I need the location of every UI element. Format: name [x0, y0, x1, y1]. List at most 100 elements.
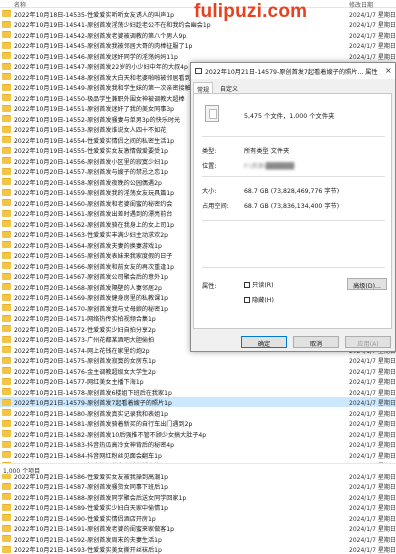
type-value: 所有类型 文件夹	[244, 146, 289, 155]
file-name: 2022年10月21日-14579-原创首发7起看着嫂子的照片1p	[14, 398, 172, 407]
folder-icon	[2, 430, 11, 437]
folder-icon	[2, 157, 11, 164]
file-date: 2024/1/7 星期日	[349, 482, 396, 491]
file-name: 2022年10月19日-14545-原创首发我被邻居大哥的肉棒征服了1p	[14, 41, 192, 50]
list-item[interactable]: 2022年10月19日-14542-原创首发老婆被调教的第八个男人9p2024/…	[0, 29, 396, 40]
checkbox-icon[interactable]	[244, 282, 250, 288]
folder-icon	[2, 199, 11, 206]
disk-size-value: 68.7 GB (73,836,134,400 字节)	[244, 201, 339, 210]
folder-icon	[2, 346, 11, 353]
properties-dialog: 2022年10月21日-14579-原创首发7起看着嫂子的照片... 属性 × …	[190, 62, 396, 352]
list-item[interactable]: 2022年10月21日-14578-原创首发6楼姐下班后在我家1p2024/1/…	[0, 386, 396, 397]
list-item[interactable]: 2022年10月21日-14591-原创首发老婆的闺蜜来家做客1p2024/1/…	[0, 523, 396, 534]
divider	[202, 136, 385, 137]
list-item[interactable]: 2022年10月21日-14593-性爱爱实美女撕开丝袜后1p2024/1/7 …	[0, 544, 396, 554]
attributes-label: 属性:	[202, 281, 216, 290]
folder-icon	[2, 63, 11, 70]
watermark-logo: fulipuzi.com	[194, 1, 307, 23]
list-item[interactable]: 2022年10月21日-14590-性爱爱实情侣酒店开房1p2024/1/7 星…	[0, 512, 396, 523]
list-item[interactable]: 2022年10月21日-14588-原创首发同学聚会后送女同学回家1p2024/…	[0, 491, 396, 502]
folder-icon	[2, 336, 11, 343]
list-item[interactable]: 2022年10月21日-14582-原创首发10后强推不管不顾少女搞大肚子4p 2…	[0, 428, 396, 439]
folder-icon	[2, 84, 11, 91]
list-item[interactable]: 2022年10月21日-14592-原创首发周末的夫妻生活1p 2024/1/7 …	[0, 533, 396, 544]
folder-icon	[2, 147, 11, 154]
file-name: 2022年10月19日-14542-原创首发老婆被调教的第八个男人9p	[14, 31, 186, 40]
disk-size-label: 占用空间:	[202, 201, 229, 210]
readonly-checkbox[interactable]: 只读(R)	[244, 280, 274, 289]
file-name: 2022年10月20日-14572-性爱爱实少妇自拍分享2p	[14, 325, 156, 334]
file-date: 2024/1/7 星期日	[349, 545, 396, 554]
readonly-label: 只读(R)	[252, 282, 274, 289]
file-date: 2024/1/7 星期日	[349, 356, 396, 365]
folder-icon	[2, 210, 11, 217]
apply-button[interactable]: 应用(A)	[345, 336, 391, 348]
list-item[interactable]: 2022年10月21日-14587-原创首发骚货女同事下班后1p 2024/1/7…	[0, 481, 396, 492]
location-label: 位置:	[202, 161, 216, 170]
files-summary: 5,475 个文件，1,000 个文件夹	[244, 111, 334, 120]
folder-icon	[2, 52, 11, 59]
checkbox-icon[interactable]	[244, 297, 250, 303]
advanced-button[interactable]: 高级(D)...	[347, 278, 387, 290]
ok-button[interactable]: 确定	[241, 336, 287, 348]
hidden-checkbox[interactable]: 隐藏(H)	[244, 295, 274, 304]
file-name: 2022年10月19日-14551-原创首发迷奸了我的美女同事3p	[14, 104, 174, 113]
file-date: 2024/1/7 星期日	[349, 514, 396, 523]
file-date: 2024/1/7 星期日	[349, 430, 396, 439]
cancel-button[interactable]: 取消	[293, 336, 339, 348]
hidden-label: 隐藏(H)	[252, 297, 274, 304]
folder-icon	[2, 325, 11, 332]
folder-icon	[2, 105, 11, 112]
list-item[interactable]: 2022年10月19日-14545-原创首发我被邻居大哥的肉棒征服了1p 2024…	[0, 40, 396, 51]
list-item[interactable]: 2022年10月21日-14581-原创首发骑着新买的自行车出门遇到2p2024…	[0, 418, 396, 429]
folder-icon	[2, 94, 11, 101]
folder-icon	[2, 451, 11, 458]
file-name: 2022年10月20日-14574-网上花钱在家里约炮2p	[14, 346, 150, 355]
multi-file-icon	[205, 105, 219, 122]
file-name: 2022年10月20日-14576-金主调教超级女大学生2p	[14, 367, 156, 376]
file-name: 2022年10月20日-14570-原创首发我与丈母娘的秘密1p	[14, 304, 168, 313]
file-name: 2022年10月21日-14588-原创首发同学聚会后送女同学回家1p	[14, 493, 186, 502]
folder-icon	[2, 252, 11, 259]
folder-icon	[2, 273, 11, 280]
file-date: 2024/1/7 星期日	[349, 419, 396, 428]
dialog-title-bar: 2022年10月21日-14579-原创首发7起看着嫂子的照片... 属性 ×	[191, 63, 395, 79]
list-item[interactable]: 2022年10月21日-14583-抖音热瓜高冷女神背后的秘密4p2024/1/…	[0, 439, 396, 450]
file-name: 2022年10月21日-14592-原创首发周末的夫妻生活1p	[14, 535, 162, 544]
list-item[interactable]: 2022年10月19日-14546-原创首发迷奸同学的淫荡妈妈11p2024/1…	[0, 50, 396, 61]
list-item[interactable]: 2022年10月20日-14577-网红美女主播下海1p2024/1/7 星期日	[0, 376, 396, 387]
file-name: 2022年10月21日-14587-原创首发骚货女同事下班后1p	[14, 482, 168, 491]
file-name: 2022年10月20日-14571-网络热传实拍视频合集1p	[14, 314, 156, 323]
folder-icon	[2, 283, 11, 290]
list-item[interactable]: 2022年10月21日-14589-性爱爱实少妇白天家中偷情1p2024/1/7…	[0, 502, 396, 513]
file-date: 2024/1/7 星期日	[349, 535, 396, 544]
file-name: 2022年10月19日-14550-极品学生兼职外围女神被调教大超棒	[14, 94, 185, 103]
close-icon[interactable]: ×	[385, 66, 392, 75]
list-item[interactable]: 2022年10月21日-14584-抖音网红粉丝见面会翻车1p2024/1/7 …	[0, 449, 396, 460]
file-name: 2022年10月20日-14558-原创首发夜晚的公园偶遇2p	[14, 178, 162, 187]
file-date: 2024/1/7 星期日	[349, 503, 396, 512]
folder-icon	[2, 493, 11, 500]
file-name: 2022年10月20日-14568-原创首发隔壁的人妻邻居2p	[14, 283, 162, 292]
size-label: 大小:	[202, 186, 216, 195]
folder-icon	[2, 115, 11, 122]
file-name: 2022年10月19日-14546-原创首发迷奸同学的淫荡妈妈11p	[14, 52, 178, 61]
file-name: 2022年10月19日-14552-原创首发骚妻与单男3p的快乐时光	[14, 115, 180, 124]
folder-icon	[2, 178, 11, 185]
folder-icon	[2, 42, 11, 49]
file-name: 2022年10月21日-14584-抖音网红粉丝见面会翻车1p	[14, 451, 162, 460]
list-item[interactable]: 2022年10月21日-14579-原创首发7起看着嫂子的照片1p2024/1/…	[0, 397, 396, 408]
list-item[interactable]: 2022年10月20日-14576-金主调教超级女大学生2p2024/1/7 星…	[0, 365, 396, 376]
folder-icon	[2, 220, 11, 227]
list-item[interactable]: 2022年10月20日-14575-原创首发寂寞的女房东1p2024/1/7 星…	[0, 355, 396, 366]
file-name: 2022年10月20日-14565-原创首发表妹来我家度假的日子	[14, 251, 172, 260]
folder-icon	[2, 73, 11, 80]
status-bar: 1,000 个项目	[0, 463, 396, 474]
folder-icon	[2, 304, 11, 311]
file-name: 2022年10月21日-14582-原创首发10后强推不管不顾少女搞大肚子4p	[14, 430, 206, 439]
folder-icon	[2, 189, 11, 196]
file-date: 2024/1/7 星期日	[349, 41, 396, 50]
folder-icon	[2, 388, 11, 395]
type-label: 类型:	[202, 146, 216, 155]
list-item[interactable]: 2022年10月21日-14580-原创首发真实记录我和表姐1p2024/1/7…	[0, 407, 396, 418]
